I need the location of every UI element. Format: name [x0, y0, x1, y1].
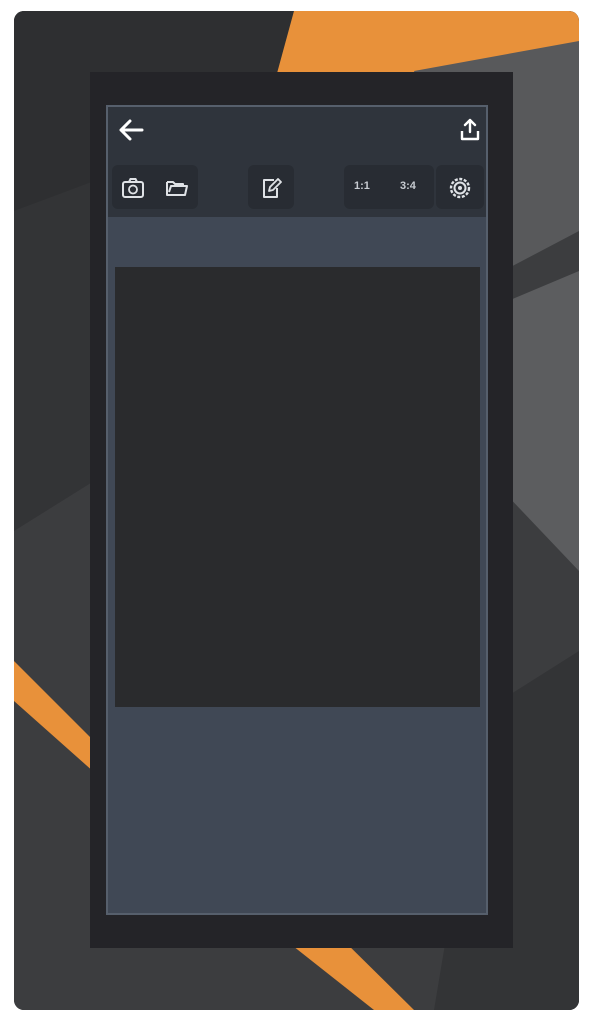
open-folder-button[interactable] [160, 171, 194, 205]
camera-switch-button[interactable] [116, 171, 150, 205]
back-button[interactable] [116, 115, 146, 145]
gear-icon [449, 177, 471, 199]
camera-switch-icon [122, 178, 144, 198]
image-canvas[interactable] [115, 267, 480, 707]
phone-frame: 1:1 3:4 [90, 72, 513, 948]
device-background: 1:1 3:4 [14, 11, 579, 1010]
share-upload-icon [460, 118, 480, 141]
top-toolbar: 1:1 3:4 [108, 107, 486, 217]
arrow-left-icon [119, 119, 144, 141]
ratio-3-4-button[interactable]: 3:4 [400, 180, 416, 192]
app-screen: 1:1 3:4 [106, 105, 488, 915]
settings-button[interactable] [443, 171, 477, 205]
share-button[interactable] [456, 115, 484, 145]
edit-button[interactable] [254, 171, 288, 205]
folder-open-icon [166, 181, 188, 196]
ratio-1-1-button[interactable]: 1:1 [354, 180, 370, 192]
edit-note-icon [263, 178, 282, 198]
